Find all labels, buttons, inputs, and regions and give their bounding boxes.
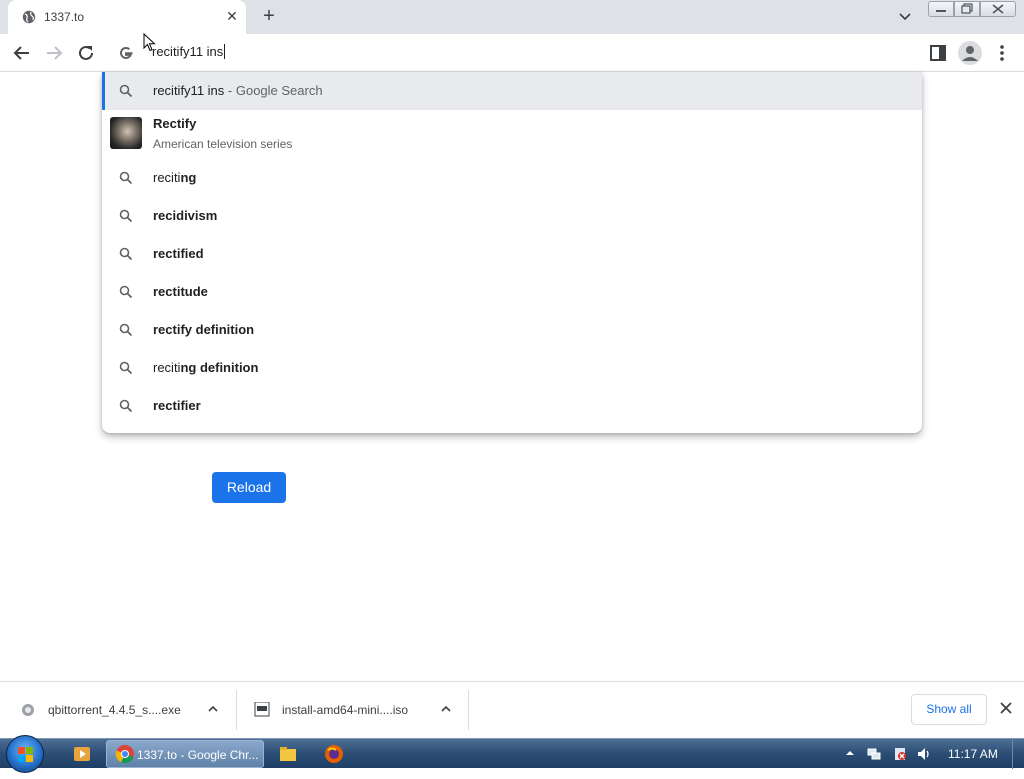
close-icon (992, 4, 1004, 14)
divider (236, 690, 237, 730)
suggestion-entity-rectify[interactable]: Rectify American television series (102, 108, 922, 158)
minimize-icon (936, 10, 946, 12)
download-item[interactable]: install-amd64-mini....iso (254, 688, 468, 732)
suggestion-text: recidivism (153, 208, 217, 223)
taskbar-window-title: 1337.to - Google Chr... (137, 748, 259, 762)
show-all-downloads-button[interactable]: Show all (911, 694, 987, 725)
window-close-button[interactable] (980, 1, 1016, 17)
suggestion-typed-part: reciti (153, 170, 181, 185)
network-icon[interactable] (866, 746, 882, 762)
suggestion-item[interactable]: reciting definition (102, 349, 922, 387)
search-icon (119, 399, 133, 413)
iso-file-icon (254, 702, 270, 717)
search-icon (119, 285, 133, 299)
window-restore-button[interactable] (954, 1, 980, 17)
close-icon[interactable] (998, 700, 1014, 716)
suggestion-search-typed[interactable]: recitify11 ins - Google Search (102, 72, 922, 110)
download-filename: qbittorrent_4.4.5_s....exe (48, 703, 181, 717)
file-explorer-icon[interactable] (278, 744, 298, 764)
media-player-icon[interactable] (72, 744, 92, 764)
suggestion-item[interactable]: reciting (102, 159, 922, 197)
window-minimize-button[interactable] (928, 1, 954, 17)
suggestion-completion: rectifier (153, 398, 201, 413)
show-desktop-button[interactable] (1012, 739, 1024, 769)
suggestion-completion: recidivism (153, 208, 218, 223)
reload-icon[interactable] (74, 41, 98, 65)
suggestion-completion: rectitude (153, 284, 208, 299)
search-icon (119, 84, 133, 98)
tab-1337[interactable]: 1337.to ✕ (8, 0, 246, 34)
suggestion-item[interactable]: rectitude (102, 273, 922, 311)
side-panel-icon[interactable] (928, 43, 948, 63)
address-input[interactable]: recitify11 ins (152, 44, 226, 59)
search-icon (119, 247, 133, 261)
entity-subtitle: American television series (153, 137, 293, 151)
taskbar: 1337.to - Google Chr... 11:17 AM (0, 735, 1024, 773)
search-icon (119, 323, 133, 337)
volume-icon[interactable] (916, 746, 932, 762)
suggestion-item[interactable]: rectifier (102, 387, 922, 425)
firefox-icon[interactable] (324, 744, 344, 764)
divider (468, 690, 469, 730)
search-icon (119, 361, 133, 375)
tab-close-button[interactable]: ✕ (224, 8, 240, 24)
entity-thumbnail (110, 117, 142, 149)
suggestion-typed-part: reciti (153, 360, 181, 375)
suggestion-completion: ng definition (180, 360, 259, 375)
globe-icon (22, 10, 36, 24)
back-arrow-icon[interactable] (10, 41, 34, 65)
chrome-icon (115, 745, 134, 764)
google-g-icon (120, 46, 133, 59)
suggestion-suffix: - Google Search (224, 83, 323, 98)
suggestion-text: reciting definition (153, 360, 258, 375)
selection-indicator (102, 72, 105, 110)
suggestion-text: recitify11 ins - Google Search (153, 83, 323, 98)
tray-expand-icon[interactable] (845, 748, 855, 758)
suggestion-text: rectifier (153, 398, 201, 413)
new-tab-button[interactable]: + (258, 6, 280, 28)
suggestion-text: rectify definition (153, 322, 254, 337)
search-icon (119, 171, 133, 185)
action-center-warning-icon[interactable] (892, 746, 908, 762)
suggestion-text: rectified (153, 246, 204, 261)
suggestion-text: reciting (153, 170, 196, 185)
chevron-up-icon[interactable] (439, 702, 453, 716)
forward-arrow-icon[interactable] (42, 41, 66, 65)
kebab-menu-icon[interactable] (992, 42, 1012, 64)
profile-avatar-button[interactable] (958, 41, 982, 65)
taskbar-chrome-window[interactable]: 1337.to - Google Chr... (106, 740, 264, 768)
tab-title: 1337.to (44, 10, 85, 24)
installer-icon (22, 704, 34, 716)
tab-search-chevron-icon[interactable] (896, 8, 914, 26)
windows-logo-icon (18, 747, 33, 762)
tab-strip: 1337.to ✕ + (0, 0, 1024, 34)
system-clock[interactable]: 11:17 AM (948, 747, 998, 761)
suggestion-item[interactable]: rectified (102, 235, 922, 273)
suggestion-item[interactable]: rectify definition (102, 311, 922, 349)
start-button[interactable] (6, 735, 44, 773)
suggestion-query: recitify11 ins (153, 83, 225, 98)
entity-title: Rectify (153, 116, 197, 131)
address-bar[interactable]: recitify11 ins (102, 36, 922, 70)
omnibox-suggestions: recitify11 ins - Google Search Rectify A… (102, 72, 922, 433)
suggestion-text: rectitude (153, 284, 208, 299)
address-input-text: recitify11 ins (152, 44, 224, 59)
text-caret (224, 44, 226, 59)
suggestion-completion: rectified (153, 246, 204, 261)
chevron-up-icon[interactable] (206, 702, 220, 716)
mouse-cursor-icon (143, 33, 156, 52)
download-shelf: qbittorrent_4.4.5_s....exe install-amd64… (0, 681, 1024, 738)
suggestion-item[interactable]: recidivism (102, 197, 922, 235)
reload-button[interactable]: Reload (212, 472, 286, 503)
download-filename: install-amd64-mini....iso (282, 703, 409, 717)
download-item[interactable]: qbittorrent_4.4.5_s....exe (20, 688, 235, 732)
restore-icon (961, 3, 973, 14)
person-icon (962, 46, 978, 61)
search-icon (119, 209, 133, 223)
suggestion-completion: rectify definition (153, 322, 255, 337)
suggestion-completion: ng (180, 170, 197, 185)
